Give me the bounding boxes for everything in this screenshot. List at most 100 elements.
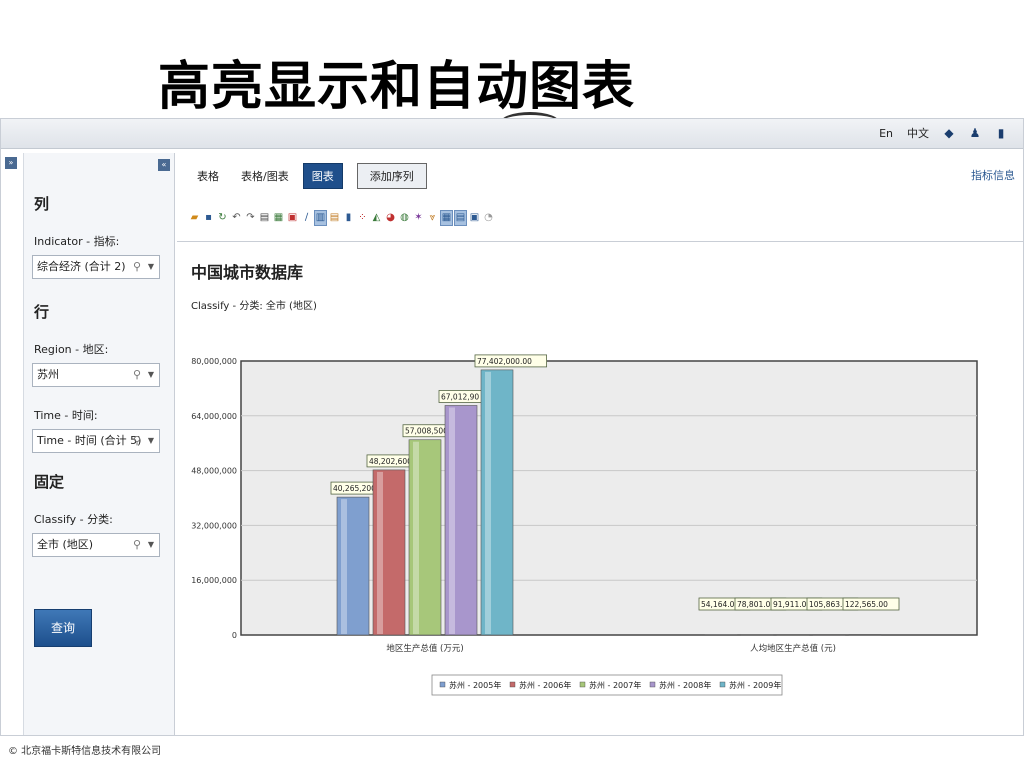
y-tick-label: 48,000,000 xyxy=(191,467,237,476)
indicator-info-link[interactable]: 指标信息 xyxy=(971,167,1015,183)
pdf-icon[interactable]: ▣ xyxy=(287,211,298,225)
data-label: 67,012,90 xyxy=(441,392,479,401)
indicator-label: Indicator - 指标: xyxy=(34,235,120,248)
indicator-select[interactable]: 综合经济 (合计 2) ⚲ ▼ xyxy=(32,255,160,279)
bar-highlight xyxy=(449,407,455,634)
bar-highlight xyxy=(485,371,491,634)
lang-zh-link[interactable]: 中文 xyxy=(907,125,929,141)
tab-chart[interactable]: 图表 xyxy=(302,163,343,189)
legend-swatch xyxy=(439,681,446,688)
collapse-panel-icon[interactable]: « xyxy=(158,159,170,171)
save-icon[interactable]: ▪ xyxy=(203,211,214,225)
bar xyxy=(776,634,810,636)
refresh-icon[interactable]: ↻ xyxy=(217,211,228,225)
radar-icon[interactable]: ✶ xyxy=(413,211,424,225)
slide-title: 高亮显示和自动图表 xyxy=(158,56,636,117)
query-button[interactable]: 查询 xyxy=(34,609,92,647)
chart-subtitle: Classify - 分类: 全市 (地区) xyxy=(191,301,317,312)
help-icon[interactable]: ◔ xyxy=(483,211,494,225)
legend-toggle-icon[interactable]: ▤ xyxy=(454,210,467,226)
data-label: 78,801.00 xyxy=(737,600,775,609)
y-tick-label: 16,000,000 xyxy=(191,576,237,585)
top-bar: En 中文 ◆ ♟ ▮ xyxy=(1,119,1023,149)
bar xyxy=(848,634,882,636)
classify-label: Classify - 分类: xyxy=(34,513,113,526)
data-label: 105,863.0 xyxy=(809,600,847,609)
search-icon[interactable]: ⚲ xyxy=(133,364,141,386)
region-value: 苏州 xyxy=(37,368,59,381)
back-arrow-icon[interactable]: ◆ xyxy=(943,126,955,140)
left-panel: « 列 Indicator - 指标: 综合经济 (合计 2) ⚲ ▼ 行 Re… xyxy=(23,153,175,735)
expand-panel-icon[interactable]: » xyxy=(5,157,17,169)
region-select[interactable]: 苏州 ⚲ ▼ xyxy=(32,363,160,387)
legend-entry: 苏州 - 2009年 xyxy=(729,680,781,690)
legend-entry: 苏州 - 2007年 xyxy=(589,680,641,690)
rows-heading: 行 xyxy=(34,303,50,321)
add-series-button[interactable]: 添加序列 xyxy=(356,163,427,189)
y-tick-label: 32,000,000 xyxy=(191,521,237,530)
main-content: 表格 表格/图表 图表 添加序列 指标信息 ▰ ▪ ↻ ↶ ↷ ▤ ▦ ▣ ∕ … xyxy=(177,153,1023,735)
bar xyxy=(704,634,738,636)
bar-chart-icon[interactable]: ▥ xyxy=(314,210,327,226)
footer-copyright: © 北京福卡斯特信息技术有限公司 xyxy=(8,746,162,757)
data-label: 122,565.00 xyxy=(845,600,888,609)
y-tick-label: 0 xyxy=(232,631,237,640)
region-label: Region - 地区: xyxy=(34,343,109,356)
search-icon[interactable]: ⚲ xyxy=(133,430,141,452)
funnel-icon[interactable]: ⩔ xyxy=(427,211,438,225)
column-chart-icon[interactable]: ▮ xyxy=(343,211,354,225)
time-value: Time - 时间 (合计 5) xyxy=(37,434,142,447)
y-tick-label: 80,000,000 xyxy=(191,357,237,366)
classify-value: 全市 (地区) xyxy=(37,538,94,551)
x-category-label: 人均地区生产总值 (元) xyxy=(750,643,836,654)
excel-icon[interactable]: ▦ xyxy=(273,211,284,225)
legend-swatch xyxy=(649,681,656,688)
data-label: 91,911.00 xyxy=(773,600,811,609)
scatter-icon[interactable]: ⁘ xyxy=(357,211,368,225)
clipboard-icon[interactable]: ▮ xyxy=(995,126,1007,140)
pie-chart-icon[interactable]: ◕ xyxy=(385,211,396,225)
stacked-bar-icon[interactable]: ▤ xyxy=(329,211,340,225)
bar xyxy=(812,634,846,636)
legend-entry: 苏州 - 2008年 xyxy=(659,680,711,690)
data-label: 77,402,000.00 xyxy=(477,357,532,366)
y-tick-label: 64,000,000 xyxy=(191,412,237,421)
app-window: En 中文 ◆ ♟ ▮ » « 列 Indicator - 指标: 综合经济 (… xyxy=(0,118,1024,736)
time-select[interactable]: Time - 时间 (合计 5) ⚲ ▼ xyxy=(32,429,160,453)
globe-icon[interactable]: ◍ xyxy=(399,211,410,225)
folder-icon[interactable]: ▰ xyxy=(189,211,200,225)
chevron-down-icon[interactable]: ▼ xyxy=(148,256,154,278)
data-label: 54,164.00 xyxy=(701,600,739,609)
legend-swatch xyxy=(509,681,516,688)
redo-icon[interactable]: ↷ xyxy=(245,211,256,225)
bar-highlight xyxy=(413,441,419,634)
chevron-down-icon[interactable]: ▼ xyxy=(148,430,154,452)
chevron-down-icon[interactable]: ▼ xyxy=(148,534,154,556)
line-chart-icon[interactable]: ∕ xyxy=(301,211,312,225)
bar-highlight xyxy=(341,499,347,634)
legend-swatch xyxy=(719,681,726,688)
area-chart-icon[interactable]: ◭ xyxy=(371,211,382,225)
search-icon[interactable]: ⚲ xyxy=(133,534,141,556)
bar-highlight xyxy=(377,471,383,634)
classify-select[interactable]: 全市 (地区) ⚲ ▼ xyxy=(32,533,160,557)
x-category-label: 地区生产总值 (万元) xyxy=(386,643,463,654)
settings-icon[interactable]: ▣ xyxy=(469,211,480,225)
print-icon[interactable]: ▤ xyxy=(259,211,270,225)
undo-icon[interactable]: ↶ xyxy=(231,211,242,225)
fixed-heading: 固定 xyxy=(34,473,65,491)
indicator-value: 综合经济 (合计 2) xyxy=(37,260,126,273)
lang-en-link[interactable]: En xyxy=(879,127,893,140)
users-icon[interactable]: ♟ xyxy=(969,126,981,140)
bar xyxy=(740,634,774,636)
legend-swatch xyxy=(579,681,586,688)
time-label: Time - 时间: xyxy=(34,409,98,422)
grid-toggle-icon[interactable]: ▦ xyxy=(440,210,453,226)
chevron-down-icon[interactable]: ▼ xyxy=(148,364,154,386)
search-icon[interactable]: ⚲ xyxy=(133,256,141,278)
columns-heading: 列 xyxy=(34,195,50,213)
chart-title: 中国城市数据库 xyxy=(191,263,304,282)
tab-table-chart[interactable]: 表格/图表 xyxy=(233,164,297,188)
chart-toolbar: ▰ ▪ ↻ ↶ ↷ ▤ ▦ ▣ ∕ ▥ ▤ ▮ ⁘ ◭ ◕ ◍ ✶ ⩔ ▦ ▤ … xyxy=(189,210,494,226)
tab-table[interactable]: 表格 xyxy=(189,164,227,188)
